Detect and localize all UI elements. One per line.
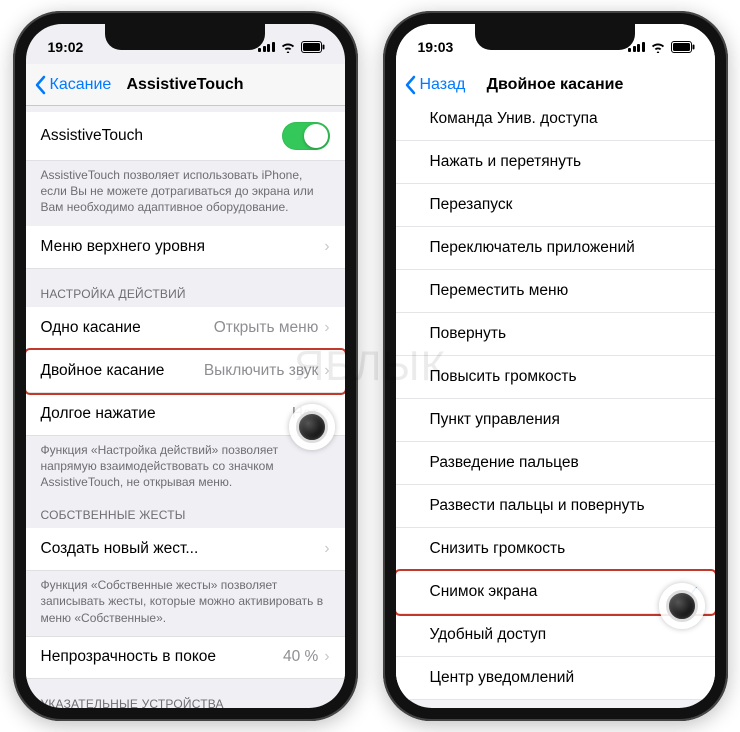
phone-left: 19:02 Касание AssistiveTouch AssistiveTo: [13, 11, 358, 721]
status-time: 19:02: [48, 39, 84, 55]
row-value: Выключить звук: [204, 362, 319, 380]
option-row[interactable]: Центр уведомлений: [396, 657, 715, 700]
option-label: Команда Унив. доступа: [430, 110, 598, 128]
chevron-right-icon: ›: [324, 362, 329, 380]
option-row[interactable]: Пункт управления: [396, 399, 715, 442]
row-label: Создать новый жест...: [41, 540, 199, 558]
option-label: Центр уведомлений: [430, 669, 575, 687]
option-row[interactable]: Перезапуск: [396, 184, 715, 227]
actions-footer: Функция «Настройка действий» позволяет н…: [26, 436, 345, 501]
option-label: Пункт управления: [430, 411, 560, 429]
notch: [475, 24, 635, 50]
chevron-right-icon: ›: [324, 540, 329, 558]
option-label: Повысить громкость: [430, 368, 577, 386]
row-label: Долгое нажатие: [41, 405, 156, 423]
chevron-right-icon: ›: [324, 238, 329, 256]
double-tap-row[interactable]: Двойное касание Выключить звук ›: [26, 350, 345, 393]
option-label: Удобный доступ: [430, 626, 547, 644]
wifi-icon: [650, 41, 666, 53]
row-label: Меню верхнего уровня: [41, 238, 206, 256]
option-row[interactable]: Переключатель приложений: [396, 227, 715, 270]
option-label: Снимок экрана: [430, 583, 538, 601]
option-row[interactable]: Развести пальцы и повернуть: [396, 485, 715, 528]
option-row[interactable]: Снизить громкость: [396, 528, 715, 571]
toggle-switch-on[interactable]: [282, 122, 330, 150]
option-label: Разведение пальцев: [430, 454, 579, 472]
top-level-menu-row[interactable]: Меню верхнего уровня ›: [26, 226, 345, 269]
notch: [105, 24, 265, 50]
option-row[interactable]: Повысить громкость: [396, 356, 715, 399]
option-label: Снизить громкость: [430, 540, 566, 558]
option-label: Переместить меню: [430, 282, 569, 300]
row-label: Непрозрачность в покое: [41, 648, 217, 666]
option-row[interactable]: Переместить меню: [396, 270, 715, 313]
settings-content[interactable]: AssistiveTouch AssistiveTouch позволяет …: [26, 106, 345, 708]
option-row[interactable]: Повернуть: [396, 313, 715, 356]
custom-gestures-header: СОБСТВЕННЫЕ ЖЕСТЫ: [26, 500, 345, 528]
option-label: Нажать и перетянуть: [430, 153, 582, 171]
option-label: Перезапуск: [430, 196, 513, 214]
phone-right: 19:03 Назад Двойное касание Команда Унив…: [383, 11, 728, 721]
toggle-label: AssistiveTouch: [41, 127, 144, 145]
custom-gestures-footer: Функция «Собственные жесты» позволяет за…: [26, 571, 345, 636]
option-row[interactable]: Команда Унив. доступа: [396, 98, 715, 141]
single-tap-row[interactable]: Одно касание Открыть меню ›: [26, 307, 345, 350]
row-value: 40 %: [283, 648, 318, 666]
create-gesture-row[interactable]: Создать новый жест... ›: [26, 528, 345, 571]
actions-header: НАСТРОЙКА ДЕЙСТВИЙ: [26, 269, 345, 307]
page-title: AssistiveTouch: [26, 76, 345, 94]
row-value: Открыть меню: [214, 319, 319, 337]
row-label: Двойное касание: [41, 362, 165, 380]
option-label: Повернуть: [430, 325, 507, 343]
battery-icon: [671, 41, 695, 53]
nav-bar: Касание AssistiveTouch: [26, 64, 345, 106]
toggle-footer: AssistiveTouch позволяет использовать iP…: [26, 161, 345, 226]
assistivetouch-floating-button[interactable]: [659, 583, 705, 629]
pointer-devices-header: УКАЗАТЕЛЬНЫЕ УСТРОЙСТВА: [26, 679, 345, 708]
assistivetouch-toggle-row[interactable]: AssistiveTouch: [26, 112, 345, 161]
option-label: Развести пальцы и повернуть: [430, 497, 645, 515]
assistivetouch-floating-button[interactable]: [289, 404, 335, 450]
chevron-right-icon: ›: [324, 319, 329, 337]
opacity-row[interactable]: Непрозрачность в покое 40 % ›: [26, 636, 345, 679]
chevron-right-icon: ›: [324, 648, 329, 666]
option-row[interactable]: Разведение пальцев: [396, 442, 715, 485]
option-row[interactable]: Нажать и перетянуть: [396, 141, 715, 184]
battery-icon: [301, 41, 325, 53]
status-time: 19:03: [418, 39, 454, 55]
row-label: Одно касание: [41, 319, 141, 337]
wifi-icon: [280, 41, 296, 53]
page-title: Двойное касание: [396, 76, 715, 94]
option-label: Переключатель приложений: [430, 239, 635, 257]
